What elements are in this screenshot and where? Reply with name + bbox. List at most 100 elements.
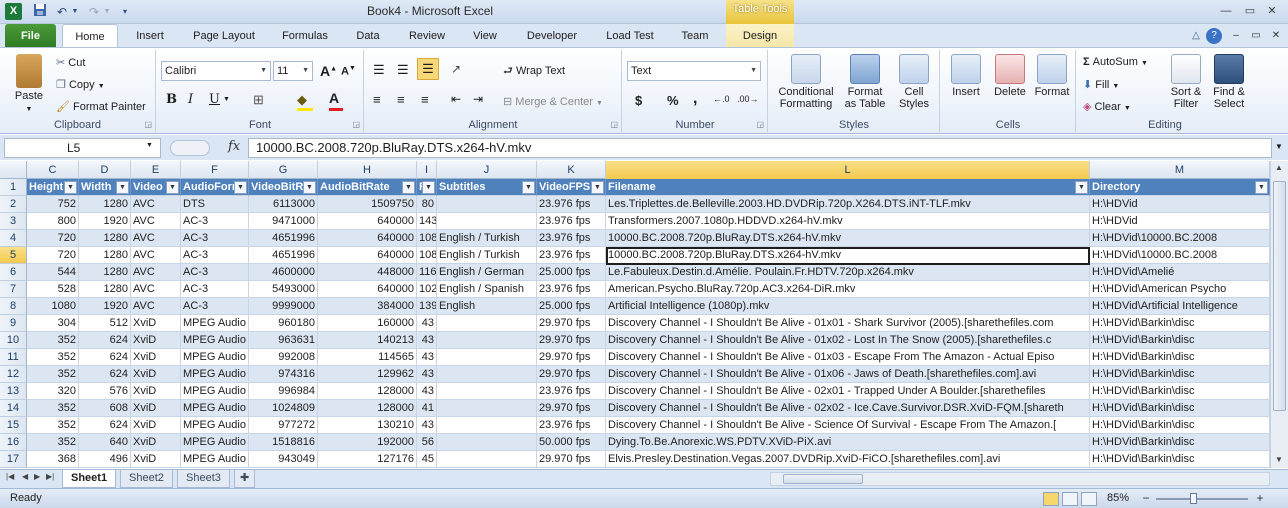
table-cell[interactable]: XviD [131,332,181,349]
table-cell[interactable] [437,315,537,332]
table-cell[interactable]: 80 [417,196,437,213]
align-left-icon[interactable]: ≡ [373,92,381,107]
table-cell[interactable]: 5493000 [249,281,318,298]
grow-font-button[interactable]: A▲ [320,63,337,79]
worksheet-grid[interactable]: CDEFGHIJKLM 1 Height ▼ Width ▼ Video ▼ AudioFor… [0,161,1270,468]
row-header[interactable]: 4 [0,230,27,247]
column-header-i[interactable]: I [417,161,437,179]
shrink-font-button[interactable]: A▼ [341,65,356,78]
table-cell[interactable]: 130210 [318,417,417,434]
row-header[interactable]: 9 [0,315,27,332]
column-header-f[interactable]: F [181,161,249,179]
table-cell[interactable] [437,349,537,366]
table-cell[interactable]: AC-3 [181,281,249,298]
table-cell[interactable]: H:\HDVid\Barkin\disc [1090,315,1270,332]
table-cell[interactable]: MPEG Audio [181,383,249,400]
tab-view[interactable]: View [464,24,506,48]
table-cell[interactable]: 102 [417,281,437,298]
table-cell[interactable]: XviD [131,349,181,366]
table-cell[interactable]: H:\HDVid\Artificial Intelligence [1090,298,1270,315]
column-header-c[interactable]: C [27,161,79,179]
table-cell[interactable]: 1509750 [318,196,417,213]
prev-sheet-icon[interactable]: ◀ [22,472,28,481]
table-cell[interactable]: 752 [27,196,79,213]
table-cell[interactable]: H:\HDVid\Barkin\disc [1090,332,1270,349]
expand-formula-bar-icon[interactable]: ▼ [1275,142,1283,151]
table-cell[interactable]: MPEG Audio [181,400,249,417]
minimize-icon[interactable]: — [1216,2,1236,20]
table-cell[interactable] [437,434,537,451]
table-cell[interactable]: 41 [417,400,437,417]
table-cell[interactable]: XviD [131,434,181,451]
decrease-decimal-icon[interactable]: .00→ [737,94,759,104]
table-cell[interactable]: Discovery Channel - I Shouldn't Be Alive… [606,349,1090,366]
table-cell[interactable]: 624 [79,366,131,383]
number-launcher-icon[interactable]: ◲ [756,120,764,129]
filter-dropdown-icon[interactable]: ▼ [116,181,129,194]
table-cell[interactable]: H:\HDVid\10000.BC.2008 [1090,247,1270,264]
table-cell[interactable]: 29.970 fps [537,315,606,332]
table-cell[interactable]: 352 [27,332,79,349]
table-cell[interactable]: 624 [79,349,131,366]
number-format-combo[interactable]: Text ▼ [627,61,761,81]
table-cell[interactable]: Discovery Channel - I Shouldn't Be Alive… [606,366,1090,383]
tab-data[interactable]: Data [346,24,390,48]
table-cell[interactable]: 943049 [249,451,318,468]
table-cell[interactable]: 29.970 fps [537,349,606,366]
row-header[interactable]: 8 [0,298,27,315]
table-cell[interactable]: 10000.BC.2008.720p.BluRay.DTS.x264-hV.mk… [606,230,1090,247]
table-cell[interactable]: H:\HDVid\Barkin\disc [1090,366,1270,383]
table-cell[interactable]: 129962 [318,366,417,383]
table-cell[interactable]: 23.976 fps [537,247,606,264]
find-select-button[interactable]: Find & Select [1207,54,1251,110]
table-cell[interactable]: 720 [27,247,79,264]
table-cell[interactable]: 23.976 fps [537,230,606,247]
vertical-scrollbar[interactable]: ▲ ▼ [1270,161,1288,468]
table-cell[interactable]: MPEG Audio [181,451,249,468]
select-all-corner[interactable] [0,161,27,179]
redo-icon[interactable]: ↷ [86,3,102,21]
table-cell[interactable]: 320 [27,383,79,400]
table-cell[interactable]: 23.976 fps [537,383,606,400]
table-cell[interactable]: 352 [27,417,79,434]
table-cell[interactable]: Artificial Intelligence (1080p).mkv [606,298,1090,315]
paste-button[interactable]: Paste ▼ [8,54,50,116]
table-cell[interactable]: 996984 [249,383,318,400]
table-cell[interactable]: 1920 [79,298,131,315]
table-cell[interactable]: Discovery Channel - I Shouldn't Be Alive… [606,315,1090,332]
maximize-icon[interactable]: ▭ [1240,2,1260,20]
table-cell[interactable] [437,196,537,213]
table-cell[interactable]: 43 [417,366,437,383]
table-cell[interactable]: 1280 [79,196,131,213]
minimize-ribbon-icon[interactable]: △ [1188,28,1204,44]
table-cell[interactable]: 1280 [79,230,131,247]
table-cell[interactable]: 23.976 fps [537,281,606,298]
filter-dropdown-icon[interactable]: ▼ [422,181,435,194]
bold-button[interactable]: B [166,92,177,107]
table-cell[interactable]: 128000 [318,383,417,400]
tab-team[interactable]: Team [672,24,718,48]
font-size-combo[interactable]: 11 ▼ [273,61,313,81]
column-header-g[interactable]: G [249,161,318,179]
workbook-restore-icon[interactable]: ▭ [1248,28,1264,44]
table-cell[interactable]: 640000 [318,281,417,298]
table-cell[interactable]: AC-3 [181,298,249,315]
table-cell[interactable]: 56 [417,434,437,451]
table-cell[interactable]: 108 [417,247,437,264]
table-cell[interactable]: H:\HDVid\Barkin\disc [1090,451,1270,468]
table-header-cell[interactable]: AudioBitRate ▼ [318,179,417,196]
table-cell[interactable]: 9999000 [249,298,318,315]
decrease-indent-icon[interactable]: ⇤ [451,92,461,106]
table-cell[interactable]: 23.976 fps [537,196,606,213]
excel-logo-icon[interactable]: X [5,3,22,20]
tab-developer[interactable]: Developer [516,24,588,48]
filter-dropdown-icon[interactable]: ▼ [591,181,604,194]
borders-icon[interactable]: ⊞ [253,92,264,108]
cell-styles-button[interactable]: Cell Styles [893,54,935,110]
table-cell[interactable]: 4651996 [249,247,318,264]
font-color-icon[interactable]: A [329,90,339,106]
table-cell[interactable]: 352 [27,400,79,417]
redo-dropdown-icon[interactable]: ▼ [102,3,112,21]
customize-qat-icon[interactable]: ▾ [120,3,130,21]
table-header-cell[interactable]: Width ▼ [79,179,131,196]
